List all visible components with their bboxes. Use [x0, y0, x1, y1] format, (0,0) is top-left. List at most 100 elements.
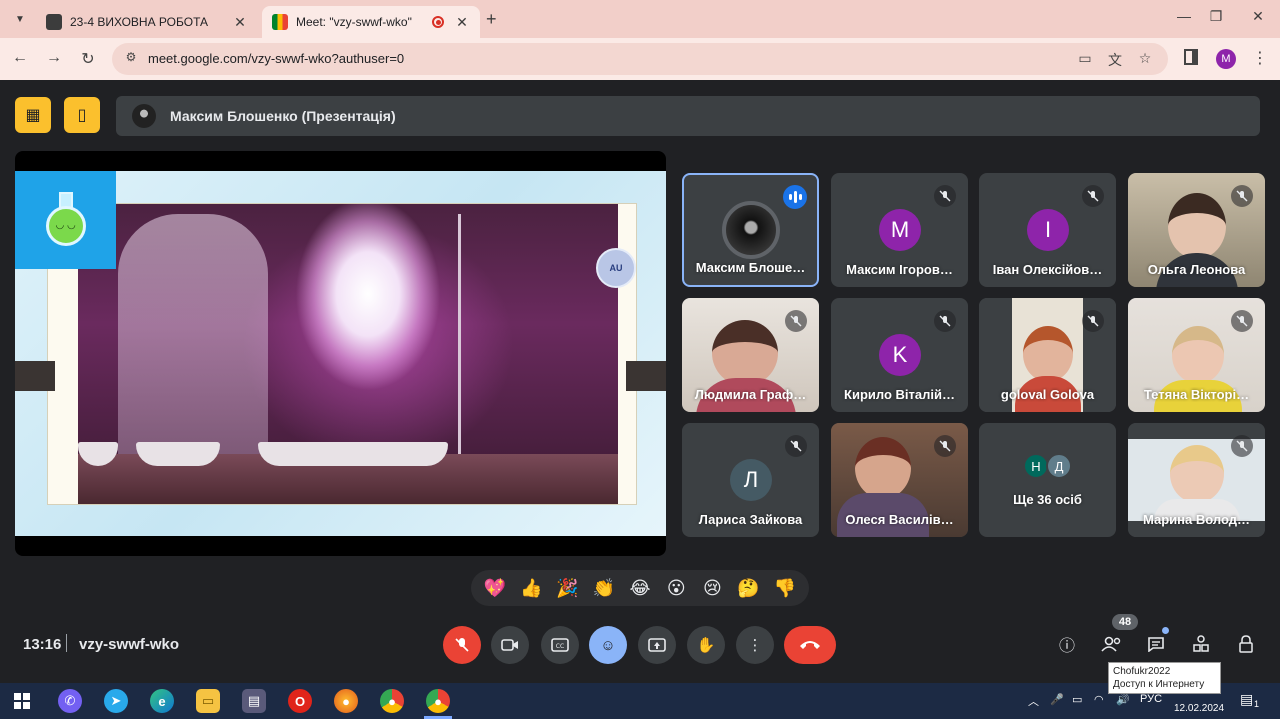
- mic-off-icon: [1231, 185, 1253, 207]
- more-options-button[interactable]: ⋮: [736, 626, 774, 664]
- participant-tile[interactable]: I Іван Олексійов…: [979, 173, 1116, 287]
- network-name: Chofukr2022: [1113, 666, 1171, 677]
- notification-icon[interactable]: ▤: [1240, 691, 1253, 708]
- participant-tile[interactable]: Тетяна Вікторі…: [1128, 298, 1265, 412]
- reaction-sad[interactable]: 😢: [697, 578, 727, 599]
- chat-icon[interactable]: [1144, 632, 1168, 656]
- mic-off-icon: [1082, 185, 1104, 207]
- telegram-icon[interactable]: ➤: [104, 689, 128, 713]
- url-text[interactable]: meet.google.com/vzy-swwf-wko?authuser=0: [148, 51, 404, 66]
- reload-icon[interactable]: ↻: [78, 49, 98, 69]
- reaction-surprised[interactable]: 😮: [661, 578, 691, 599]
- participant-name: goloval Golova: [1000, 387, 1095, 402]
- school-logo-icon: AU: [596, 248, 636, 288]
- address-bar[interactable]: ⚙ meet.google.com/vzy-swwf-wko?authuser=…: [112, 43, 1168, 75]
- participant-avatar: M: [879, 209, 921, 251]
- raise-hand-button[interactable]: ✋: [687, 626, 725, 664]
- windows-start-icon[interactable]: [10, 689, 34, 713]
- back-icon[interactable]: ←: [10, 49, 30, 67]
- side-panel-icon[interactable]: [1184, 49, 1198, 65]
- forward-icon[interactable]: →: [44, 49, 64, 67]
- presenter-label: Максим Блошенко (Презентація): [170, 108, 396, 124]
- new-tab-icon[interactable]: +: [486, 9, 497, 30]
- leave-presentation-icon[interactable]: ▯: [64, 97, 100, 133]
- browser-menu-icon[interactable]: ⋮: [1252, 48, 1268, 68]
- slide: AU ◡ ◡: [15, 171, 666, 536]
- more-participants-tile[interactable]: Н Д Ще 36 осіб: [979, 423, 1116, 537]
- participant-tile[interactable]: Л Лариса Зайкова: [682, 423, 819, 537]
- browser-toolbar: ← → ↻ ⚙ meet.google.com/vzy-swwf-wko?aut…: [0, 38, 1280, 80]
- reactions-bar: 💖 👍 🎉 👏 😂 😮 😢 🤔 👎: [471, 570, 809, 606]
- translate-icon[interactable]: 文: [1106, 50, 1124, 70]
- mic-off-icon: [785, 310, 807, 332]
- participant-tile[interactable]: Олеся Василів…: [831, 423, 968, 537]
- file-explorer-icon[interactable]: ▭: [196, 689, 220, 713]
- tab-meet[interactable]: Meet: "vzy-swwf-wko" ✕: [262, 6, 480, 38]
- participant-tile[interactable]: Людмила Граф…: [682, 298, 819, 412]
- taskbar-date[interactable]: 12.02.2024: [1174, 703, 1224, 714]
- tray-battery-icon[interactable]: ▭: [1072, 693, 1082, 706]
- tab-close-icon[interactable]: ✕: [232, 14, 248, 31]
- opera-icon[interactable]: O: [288, 689, 312, 713]
- hide-self-view-icon[interactable]: ▦: [15, 97, 51, 133]
- firefox-icon[interactable]: ●: [334, 689, 358, 713]
- participant-name: Людмила Граф…: [694, 387, 807, 402]
- people-icon[interactable]: [1100, 632, 1124, 656]
- meeting-info-icon[interactable]: ⓘ: [1055, 632, 1079, 656]
- activities-icon[interactable]: [1189, 632, 1213, 656]
- camera-permission-icon[interactable]: ▭: [1076, 50, 1094, 67]
- captions-button[interactable]: CC: [541, 626, 579, 664]
- input-language[interactable]: РУС: [1140, 693, 1162, 705]
- recording-icon: [432, 16, 444, 28]
- save-disk-icon[interactable]: ▤: [242, 689, 266, 713]
- bookmark-star-icon[interactable]: ☆: [1136, 50, 1154, 67]
- reaction-thumbs-up[interactable]: 👍: [516, 578, 546, 599]
- network-status: Доступ к Интернету: [1113, 679, 1205, 690]
- present-button[interactable]: [638, 626, 676, 664]
- reaction-thinking[interactable]: 🤔: [734, 578, 764, 599]
- reactions-button[interactable]: ☺: [589, 626, 627, 664]
- participant-tile[interactable]: Марина Волод…: [1128, 423, 1265, 537]
- profile-avatar[interactable]: M: [1216, 49, 1236, 69]
- chrome-profile-icon[interactable]: ●: [426, 689, 450, 713]
- window-close-icon[interactable]: ✕: [1248, 8, 1268, 25]
- participant-name: Максим Ігоров…: [846, 262, 953, 277]
- reaction-sparkling-heart[interactable]: 💖: [480, 578, 510, 599]
- participant-tile[interactable]: K Кирило Віталій…: [831, 298, 968, 412]
- tab-close-icon[interactable]: ✕: [454, 14, 470, 31]
- participant-name: Максим Блоше…: [695, 260, 806, 275]
- reaction-thumbs-down[interactable]: 👎: [770, 578, 800, 599]
- edge-icon[interactable]: e: [150, 689, 174, 713]
- participant-tile[interactable]: Максим Блоше…: [682, 173, 819, 287]
- tray-expand-icon[interactable]: ︿: [1028, 693, 1039, 709]
- participant-avatar: [722, 201, 780, 259]
- tray-volume-icon[interactable]: 🔊: [1116, 693, 1130, 706]
- reaction-party[interactable]: 🎉: [553, 578, 583, 599]
- tab-vykhovna-robota[interactable]: 23-4 ВИХОВНА РОБОТА ✕: [36, 6, 258, 38]
- divider: [66, 634, 67, 652]
- slide-left-tab: [15, 361, 55, 391]
- participant-tile[interactable]: goloval Golova: [979, 298, 1116, 412]
- smiley-icon: ☺: [600, 636, 616, 654]
- mic-off-icon: [455, 638, 469, 652]
- reaction-clap[interactable]: 👏: [589, 578, 619, 599]
- leave-call-button[interactable]: [784, 626, 836, 664]
- site-info-icon[interactable]: ⚙: [122, 50, 140, 68]
- chrome-icon[interactable]: ●: [380, 689, 404, 713]
- participant-avatar: I: [1027, 209, 1069, 251]
- participant-tile[interactable]: M Максим Ігоров…: [831, 173, 968, 287]
- tray-mic-icon[interactable]: 🎤: [1050, 693, 1064, 706]
- speaking-indicator-icon: [783, 185, 807, 209]
- windows-taskbar: ✆ ➤ e ▭ ▤ O ● ● ● ︿ 🎤 ▭ ◠ 🔊 РУС 12.02.20…: [0, 683, 1280, 719]
- tray-wifi-icon[interactable]: ◠: [1094, 693, 1104, 706]
- reaction-laugh[interactable]: 😂: [625, 578, 655, 599]
- participant-name: Лариса Зайкова: [698, 512, 803, 527]
- participant-tile[interactable]: Ольга Леонова: [1128, 173, 1265, 287]
- host-controls-lock-icon[interactable]: [1234, 632, 1258, 656]
- camera-toggle-button[interactable]: [491, 626, 529, 664]
- minimize-icon[interactable]: —: [1174, 8, 1194, 24]
- mic-toggle-button[interactable]: [443, 626, 481, 664]
- viber-icon[interactable]: ✆: [58, 689, 82, 713]
- restore-icon[interactable]: ❐: [1206, 8, 1226, 25]
- tab-search-chevron-icon[interactable]: ▼: [10, 9, 30, 29]
